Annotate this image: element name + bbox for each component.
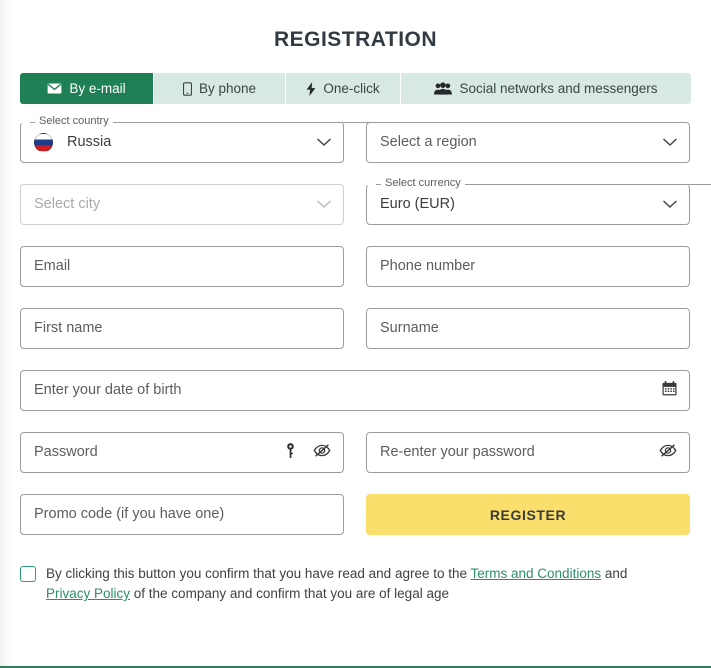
chevron-down-icon	[663, 134, 677, 152]
email-placeholder: Email	[34, 258, 71, 275]
password-repeat-placeholder: Re-enter your password	[380, 444, 535, 461]
promo-code-placeholder: Promo code (if you have one)	[34, 506, 225, 523]
phone-field-wrapper: Phone number	[366, 246, 690, 287]
select-region[interactable]: Select a region	[366, 122, 690, 163]
chevron-down-icon	[317, 134, 331, 152]
form-row-location-2: Select city Select currency Euro (EUR)	[20, 178, 711, 225]
dob-icons	[662, 380, 677, 401]
dob-placeholder: Enter your date of birth	[34, 382, 182, 399]
terms-checkbox[interactable]	[20, 566, 36, 582]
registration-method-tabs: By e-mail By phone One-click Social netw…	[20, 73, 691, 104]
password-repeat-field[interactable]: Re-enter your password	[366, 432, 690, 473]
currency-value: Euro (EUR)	[380, 196, 455, 213]
register-button-wrapper: REGISTER	[366, 494, 690, 535]
first-name-field-wrapper: First name	[20, 308, 344, 349]
phone-placeholder: Phone number	[380, 258, 476, 275]
tab-by-phone[interactable]: By phone	[154, 73, 286, 104]
calendar-icon[interactable]	[662, 380, 677, 401]
lightning-bolt-icon	[306, 81, 316, 96]
password-field-wrapper: Password	[20, 432, 344, 473]
form-row-location-1: Select country Russia Select a region	[20, 116, 691, 163]
currency-label-notch: Select currency	[376, 178, 711, 189]
date-of-birth-field[interactable]: Enter your date of birth	[20, 370, 690, 411]
select-currency[interactable]: Select currency Euro (EUR)	[366, 178, 711, 225]
form-row-dob: Enter your date of birth	[20, 370, 691, 411]
surname-field-wrapper: Surname	[366, 308, 690, 349]
tab-label: By e-mail	[69, 81, 126, 96]
password-repeat-icons	[659, 443, 677, 462]
terms-text: By clicking this button you confirm that…	[46, 564, 668, 604]
privacy-policy-link[interactable]: Privacy Policy	[46, 586, 130, 601]
form-row-promo-submit: Promo code (if you have one) REGISTER	[20, 494, 691, 535]
email-field[interactable]: Email	[20, 246, 344, 287]
region-placeholder: Select a region	[380, 134, 477, 151]
region-field-wrapper: Select a region	[366, 122, 690, 163]
chevron-down-icon	[317, 196, 331, 214]
form-row-contact: Email Phone number	[20, 246, 691, 287]
country-label-notch: Select country	[30, 116, 404, 127]
envelope-icon	[47, 83, 62, 94]
city-placeholder: Select city	[34, 196, 101, 213]
register-button[interactable]: REGISTER	[366, 494, 690, 535]
password-placeholder: Password	[34, 444, 98, 461]
terms-agreement: By clicking this button you confirm that…	[0, 556, 711, 604]
registration-page: REGISTRATION By e-mail By phone One-clic…	[0, 0, 711, 668]
terms-text-between: and	[601, 566, 628, 581]
form-row-name: First name Surname	[20, 308, 691, 349]
promo-code-field-wrapper: Promo code (if you have one)	[20, 494, 344, 535]
chevron-down-icon	[663, 196, 677, 214]
country-label: Select country	[35, 116, 113, 127]
city-field-wrapper: Select city	[20, 184, 344, 225]
page-title: REGISTRATION	[273, 28, 438, 51]
select-city[interactable]: Select city	[20, 184, 344, 225]
mobile-phone-icon	[182, 81, 192, 96]
eye-slash-icon[interactable]	[659, 443, 677, 462]
currency-label: Select currency	[381, 178, 465, 189]
currency-field-wrapper: Select currency Euro (EUR)	[366, 178, 711, 225]
first-name-field[interactable]: First name	[20, 308, 344, 349]
tab-social-networks[interactable]: Social networks and messengers	[401, 73, 691, 104]
password-icons	[286, 442, 331, 463]
promo-code-field[interactable]: Promo code (if you have one)	[20, 494, 344, 535]
tab-label: Social networks and messengers	[459, 81, 658, 96]
registration-form: Select country Russia Select a region Se…	[0, 116, 711, 535]
password-repeat-field-wrapper: Re-enter your password	[366, 432, 690, 473]
email-field-wrapper: Email	[20, 246, 344, 287]
russia-flag-icon	[34, 133, 53, 152]
tab-one-click[interactable]: One-click	[286, 73, 401, 104]
eye-slash-icon[interactable]	[313, 443, 331, 462]
country-value: Russia	[67, 134, 112, 151]
terms-text-before: By clicking this button you confirm that…	[46, 566, 471, 581]
surname-field[interactable]: Surname	[366, 308, 690, 349]
password-field[interactable]: Password	[20, 432, 344, 473]
first-name-placeholder: First name	[34, 320, 103, 337]
terms-and-conditions-link[interactable]: Terms and Conditions	[471, 566, 602, 581]
select-country[interactable]: Select country Russia	[20, 116, 404, 163]
terms-text-after: of the company and confirm that you are …	[130, 586, 449, 601]
key-icon[interactable]	[286, 442, 295, 463]
people-group-icon	[434, 82, 453, 95]
tab-by-email[interactable]: By e-mail	[20, 73, 154, 104]
phone-number-field[interactable]: Phone number	[366, 246, 690, 287]
country-field-wrapper: Select country Russia	[20, 116, 404, 163]
surname-placeholder: Surname	[380, 320, 439, 337]
tab-label: By phone	[198, 81, 257, 96]
form-row-password: Password Re-enter your password	[20, 432, 691, 473]
tab-label: One-click	[323, 81, 380, 96]
dob-field-wrapper: Enter your date of birth	[20, 370, 690, 411]
